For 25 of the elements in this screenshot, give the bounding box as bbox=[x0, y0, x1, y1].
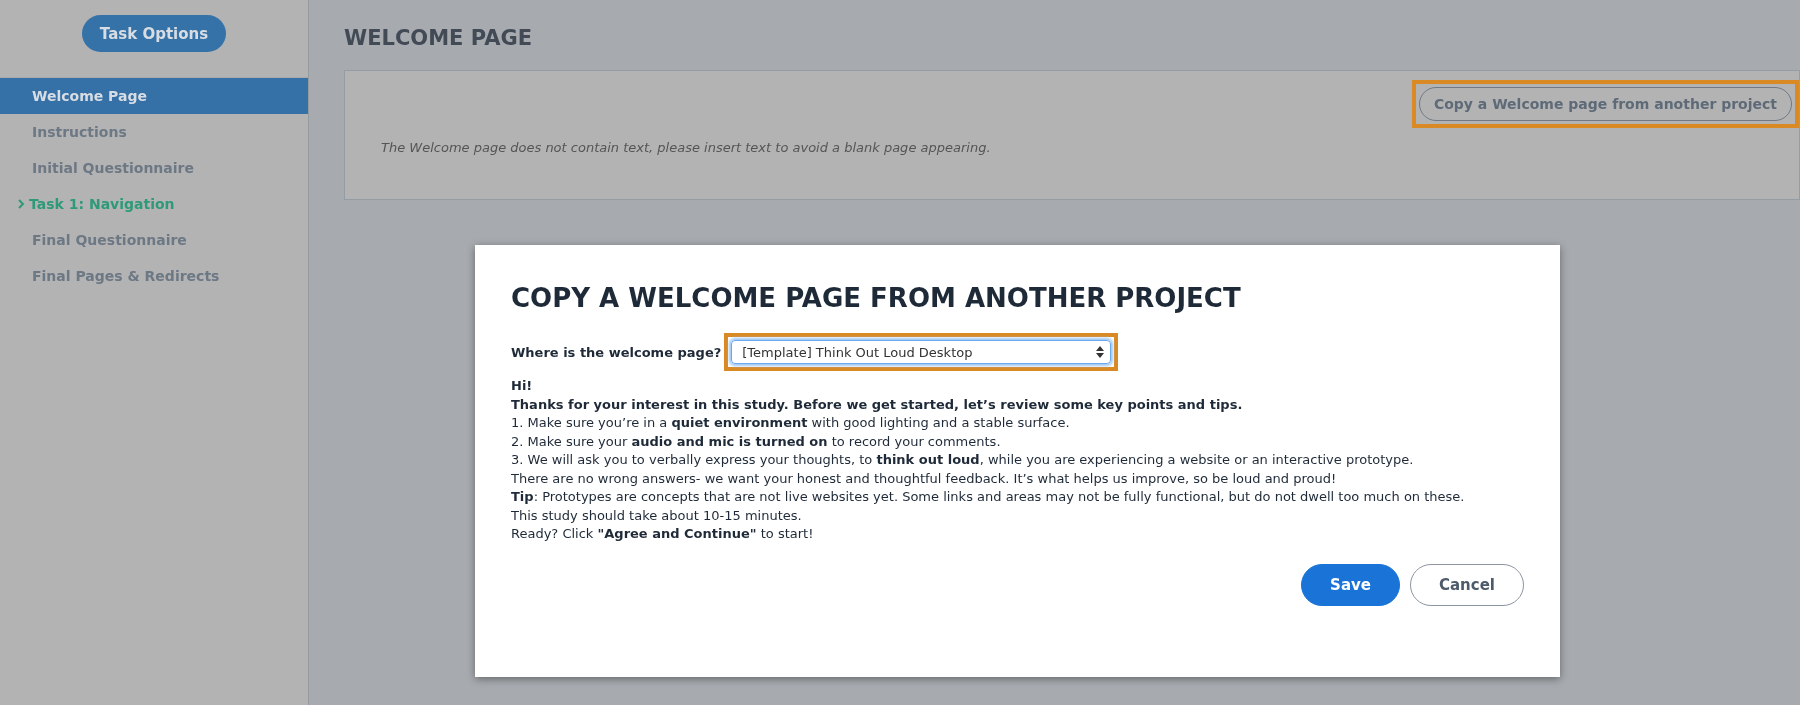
body-text: 1. Make sure you’re in a quiet environment with good lighting and a stable surface. bbox=[511, 414, 1071, 432]
field-label: Where is the welcome page? bbox=[511, 344, 722, 360]
sidebar-item[interactable]: Welcome Page bbox=[0, 78, 308, 114]
body-text: There are no wrong answers- we want your honest and thoughtful feedback. It’s what helps us improve, so be loud and proud! bbox=[511, 469, 1338, 488]
body-text: Tip: Prototypes are concepts that are not live websites yet. Some links and areas may not be fully functional, but do not dwell too much on these. bbox=[511, 488, 1466, 506]
body-text: This study should take about 10-15 minutes. bbox=[511, 506, 803, 525]
dialog-title: COPY A WELCOME PAGE FROM ANOTHER PROJECT bbox=[511, 283, 1242, 313]
body-text: 2. Make sure your audio and mic is turned on to record your comments. bbox=[511, 432, 1002, 451]
body-text: Ready? Click "Agree and Continue" to start! bbox=[511, 525, 815, 543]
page-title: WELCOME PAGE bbox=[344, 26, 533, 50]
sidebar-item[interactable]: Task 1: Navigation bbox=[0, 186, 308, 222]
sidebar-item[interactable]: Instructions bbox=[0, 114, 308, 150]
updown-icon bbox=[1096, 346, 1105, 358]
save-button[interactable]: Save bbox=[1301, 563, 1400, 606]
body-text: 3. We will ask you to verbally express your thoughts, to think out loud, while you are experiencing a website or an interactive prototype. bbox=[511, 451, 1415, 469]
cancel-button[interactable]: Cancel bbox=[1410, 563, 1524, 606]
body-text: Thanks for your interest in this study. Before we get started, let’s review some key points and tips. bbox=[511, 395, 1244, 414]
project-select[interactable]: [Template] Think Out Loud Desktop bbox=[731, 340, 1112, 364]
chevron-icon bbox=[17, 199, 25, 209]
body-text: Hi! bbox=[511, 377, 534, 395]
sidebar-item[interactable]: Initial Questionnaire bbox=[0, 150, 308, 186]
notice-text: The Welcome page does not contain text, please insert text to avoid a blank page appearing. bbox=[381, 140, 992, 155]
sidebar-item[interactable]: Final Pages & Redirects bbox=[0, 258, 308, 294]
task-options-button[interactable]: Task Options bbox=[81, 15, 227, 52]
sidebar-item[interactable]: Final Questionnaire bbox=[0, 222, 308, 258]
